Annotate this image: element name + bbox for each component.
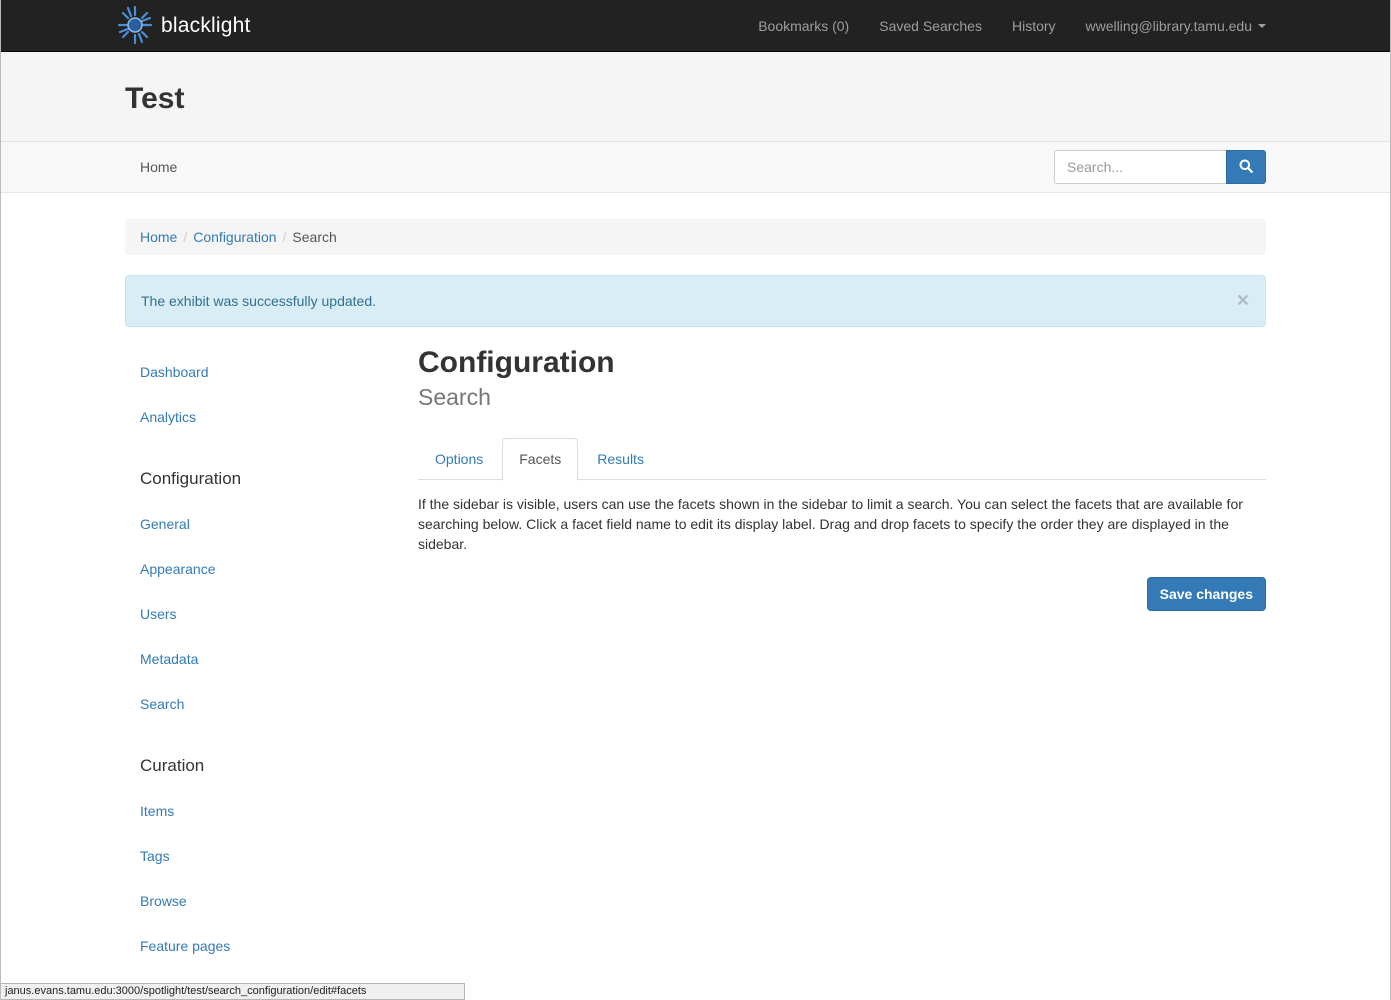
caret-down-icon [1258,24,1266,28]
save-changes-button[interactable]: Save changes [1146,577,1266,611]
sidebar-item-metadata[interactable]: Metadata [140,651,198,667]
tab-results[interactable]: Results [580,438,661,480]
tab-facets[interactable]: Facets [502,438,579,481]
sidebar-item-items[interactable]: Items [140,803,174,819]
bookmarks-link[interactable]: Bookmarks (0) [743,18,864,34]
search-button[interactable] [1226,150,1266,184]
user-email: wwelling@library.tamu.edu [1085,18,1252,34]
top-navbar: blacklight Bookmarks (0) Saved Searches … [1,0,1390,52]
user-menu-dropdown[interactable]: wwelling@library.tamu.edu [1071,18,1266,34]
breadcrumb-separator: / [183,229,188,245]
sidebar-item-search[interactable]: Search [140,696,184,712]
facets-description: If the sidebar is visible, users can use… [418,496,1243,552]
tab-options[interactable]: Options [418,438,500,480]
sidebar-item-tags[interactable]: Tags [140,848,170,864]
sidebar-item-general[interactable]: General [140,516,190,532]
sidebar-item-browse[interactable]: Browse [140,893,187,909]
sidebar-item-dashboard[interactable]: Dashboard [140,364,209,380]
history-link[interactable]: History [997,18,1071,34]
main-content: Configuration Search Options Facets Resu… [418,345,1266,611]
masthead: Test [1,52,1390,142]
search-icon [1239,159,1253,176]
alert-message: The exhibit was successfully updated. [141,293,377,309]
exhibit-home-link[interactable]: Home [140,159,177,175]
brand-name: blacklight [161,14,251,37]
page-subtitle: Search [418,384,491,410]
sidebar-item-users[interactable]: Users [140,606,177,622]
breadcrumb: Home / Configuration / Search [125,219,1266,255]
exhibit-navbar: Home [1,142,1390,193]
top-nav-menu: Bookmarks (0) Saved Searches History wwe… [743,0,1266,52]
config-tabs: Options Facets Results [418,438,1266,481]
brand-link[interactable]: blacklight [115,4,251,48]
sidebar-heading-curation: Curation [140,756,205,775]
page-title: Configuration [418,346,615,379]
search-input[interactable] [1054,150,1226,184]
saved-searches-link[interactable]: Saved Searches [864,18,997,34]
breadcrumb-separator: / [282,229,287,245]
search-form [1054,150,1266,184]
sidebar-item-analytics[interactable]: Analytics [140,409,196,425]
blacklight-logo-icon [115,3,155,50]
success-alert: The exhibit was successfully updated. × [125,275,1266,327]
breadcrumb-home[interactable]: Home [140,229,177,245]
browser-status-url: janus.evans.tamu.edu:3000/spotlight/test… [1,983,465,1000]
close-icon[interactable]: × [1237,290,1249,311]
breadcrumb-configuration[interactable]: Configuration [193,229,276,245]
sidebar-item-feature-pages[interactable]: Feature pages [140,938,230,954]
breadcrumb-current: Search [292,229,337,245]
sidebar-heading-configuration: Configuration [140,469,242,488]
sidebar-item-appearance[interactable]: Appearance [140,561,216,577]
exhibit-title: Test [125,82,185,115]
